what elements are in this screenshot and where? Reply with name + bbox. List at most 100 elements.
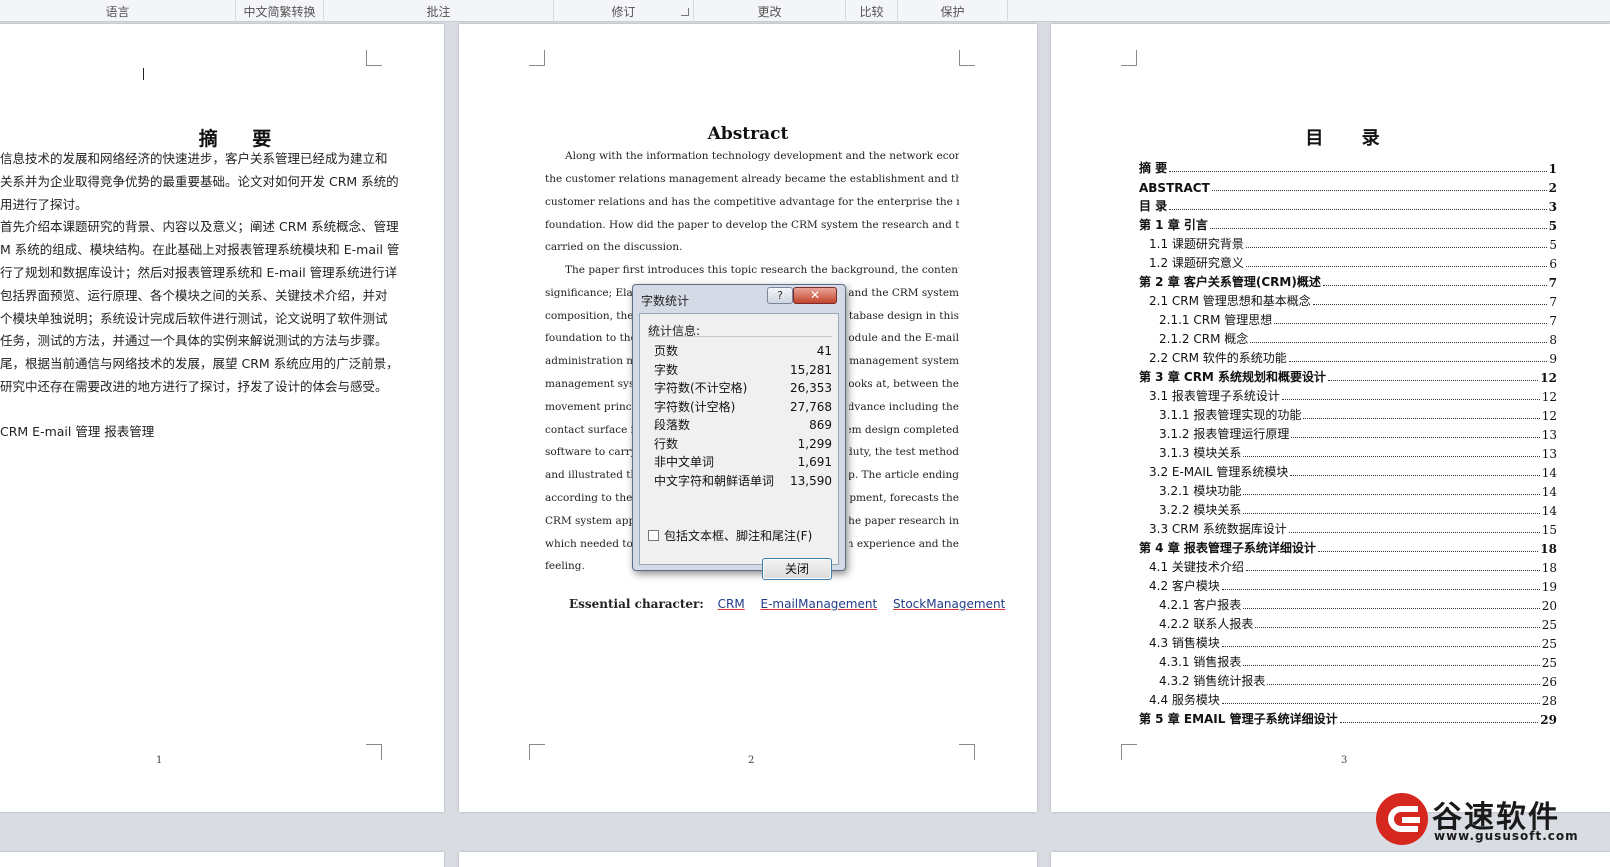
toc-entry[interactable]: 3.1 报表管理子系统设计 12 bbox=[1139, 386, 1557, 404]
keyword-link[interactable]: E-mailManagement bbox=[761, 597, 878, 611]
stat-value: 41 bbox=[816, 344, 832, 358]
toc-entry[interactable]: 4.1 关键技术介绍 18 bbox=[1139, 557, 1557, 575]
toc-leader-dots bbox=[1221, 646, 1540, 647]
toc-entry[interactable]: 第 4 章 报表管理子系统详细设计 18 bbox=[1139, 538, 1557, 556]
toc-entry-label: 3.1.3 模块关系 bbox=[1159, 446, 1242, 460]
abstract-line: The paper first introduces this topic re… bbox=[565, 264, 959, 276]
toc-entry-page: 14 bbox=[1541, 466, 1557, 480]
toc-entry[interactable]: 3.2.2 模块关系 14 bbox=[1139, 500, 1557, 518]
toc-entry-label: 第 3 章 CRM 系统规划和概要设计 bbox=[1139, 370, 1327, 384]
toc-entry[interactable]: 3.3 CRM 系统数据库设计 15 bbox=[1139, 519, 1557, 537]
toc-entry-label: 2.2 CRM 软件的系统功能 bbox=[1149, 351, 1287, 365]
stat-label: 字数 bbox=[654, 362, 679, 377]
toc-entry-page: 25 bbox=[1541, 656, 1557, 670]
toc-entry[interactable]: 4.4 服务模块 28 bbox=[1139, 690, 1557, 708]
page-title: 目 录 bbox=[1305, 128, 1396, 149]
toc-entry[interactable]: 4.3 销售模块 25 bbox=[1139, 633, 1557, 651]
dialog-launcher-icon[interactable] bbox=[681, 8, 689, 16]
logo-glyph-bar bbox=[1402, 817, 1420, 823]
toc-entry-page: 13 bbox=[1541, 428, 1557, 442]
toc-entry-label: 3.2.1 模块功能 bbox=[1159, 484, 1242, 498]
toc-entry-label: 第 2 章 客户关系管理(CRM)概述 bbox=[1139, 275, 1321, 289]
toc-entry[interactable]: 2.1.2 CRM 概念 8 bbox=[1139, 329, 1557, 347]
toc-entry[interactable]: 4.2 客户模块 19 bbox=[1139, 576, 1557, 594]
stat-value: 15,281 bbox=[790, 362, 832, 377]
abstract-line-fragment: in advance including the bbox=[849, 401, 959, 413]
stat-value: 26,353 bbox=[790, 381, 832, 395]
toc-entry[interactable]: 4.3.1 销售报表 25 bbox=[1139, 652, 1557, 670]
page-number: 2 bbox=[748, 755, 755, 766]
help-button[interactable]: ? bbox=[767, 287, 793, 304]
abstract-line: 任务，测试的方法，并通过一个具体的实例来解说测试的方法与步骤。 bbox=[0, 333, 388, 348]
toc-entry[interactable]: 第 5 章 EMAIL 管理子系统详细设计 29 bbox=[1139, 709, 1557, 727]
toc-leader-dots bbox=[1290, 475, 1540, 476]
word-count-dialog[interactable]: 字数统计 ? ✕ 统计信息: 页数 41 字数 15,281 字符数(不计空格) 26,3… bbox=[632, 284, 846, 580]
toc-entry-page: 12 bbox=[1540, 371, 1557, 385]
toc-entry[interactable]: 目 录 3 bbox=[1139, 196, 1557, 214]
stat-label: 页数 bbox=[654, 344, 679, 358]
toc-entry-page: 14 bbox=[1541, 504, 1557, 518]
toc-entry-label: 3.2 E-MAIL 管理系统模块 bbox=[1149, 465, 1289, 479]
checkbox-label[interactable]: 包括文本框、脚注和尾注(F) bbox=[664, 527, 812, 544]
document-page-4[interactable] bbox=[0, 852, 444, 867]
abstract-line-fragment: stem, looks at, between the bbox=[849, 378, 959, 390]
ribbon-group-language[interactable]: 语言 bbox=[0, 0, 236, 22]
close-button[interactable]: 关闭 bbox=[762, 558, 832, 580]
ribbon-group-compare[interactable]: 比较 bbox=[846, 0, 898, 22]
stat-value: 27,768 bbox=[790, 399, 832, 414]
toc-entry-label: 2.1.1 CRM 管理思想 bbox=[1159, 313, 1273, 327]
watermark-url: www.gususoft.com bbox=[1434, 829, 1579, 843]
document-page-3[interactable]: 目 录 摘 要 1 ABSTRACT 2 目 录3第 1 章 引言 5 1.1 课题研究背景… bbox=[1051, 24, 1610, 812]
toc-entry[interactable]: 4.2.1 客户报表 20 bbox=[1139, 595, 1557, 613]
stat-row: 字符数(不计空格) 26,353 bbox=[654, 379, 832, 397]
toc-leader-dots bbox=[1303, 418, 1540, 419]
stat-row: 非中文单词 1,691 bbox=[654, 453, 832, 471]
toc-entry[interactable]: 摘 要 1 bbox=[1139, 158, 1557, 176]
toc-entry[interactable]: 3.1.3 模块关系 13 bbox=[1139, 443, 1557, 461]
toc-entry[interactable]: 第 3 章 CRM 系统规划和概要设计 12 bbox=[1139, 367, 1557, 385]
ribbon-group-chinese-conversion[interactable]: 中文简繁转换 bbox=[236, 0, 324, 22]
abstract-line-fragment: e database design in this bbox=[849, 310, 959, 322]
toc-leader-dots bbox=[1245, 266, 1548, 267]
toc-entry[interactable]: 第 2 章 客户关系管理(CRM)概述 7 bbox=[1139, 272, 1557, 290]
ribbon-group-comments[interactable]: 批注 bbox=[324, 0, 554, 22]
toc-entry[interactable]: 2.2 CRM 软件的系统功能 9 bbox=[1139, 348, 1557, 366]
toc-entry[interactable]: 第 1 章 引言 5 bbox=[1139, 215, 1557, 233]
toc-entry-label: ABSTRACT bbox=[1139, 181, 1210, 195]
document-page-6[interactable] bbox=[1051, 852, 1610, 867]
keyword-link[interactable]: StockManagement bbox=[893, 597, 1005, 611]
dialog-close-icon[interactable]: ✕ bbox=[793, 287, 837, 304]
toc-entry-page: 5 bbox=[1549, 238, 1557, 252]
toc-entry[interactable]: 1.1 课题研究背景 5 bbox=[1139, 234, 1557, 252]
keywords-line: CRM E-mail 管理 报表管理 bbox=[0, 424, 155, 439]
abstract-line: 用进行了探讨。 bbox=[0, 197, 88, 212]
toc-entry-page: 14 bbox=[1541, 485, 1557, 499]
toc-entry[interactable]: 3.2.1 模块功能 14 bbox=[1139, 481, 1557, 499]
ribbon-group-protect[interactable]: 保护 bbox=[898, 0, 1008, 22]
toc-entry[interactable]: 1.2 课题研究意义 6 bbox=[1139, 253, 1557, 271]
toc-entry[interactable]: 4.3.2 销售统计报表 26 bbox=[1139, 671, 1557, 689]
abstract-line-fragment: e step. The article ending, bbox=[849, 469, 959, 481]
document-page-5[interactable] bbox=[459, 852, 1037, 867]
toc-entry[interactable]: 2.1.1 CRM 管理思想 7 bbox=[1139, 310, 1557, 328]
toc-leader-dots bbox=[1243, 513, 1540, 514]
toc-leader-dots bbox=[1255, 627, 1540, 628]
toc-entry[interactable]: 3.2 E-MAIL 管理系统模块 14 bbox=[1139, 462, 1557, 480]
include-textboxes-checkbox[interactable] bbox=[648, 530, 659, 541]
toc-leader-dots bbox=[1267, 684, 1540, 685]
toc-entry[interactable]: 3.1.1 报表管理实现的功能 12 bbox=[1139, 405, 1557, 423]
document-page-1[interactable]: 摘 要 信息技术的发展和网络经济的快速进步，客户关系管理已经成为建立和 关系并为… bbox=[0, 24, 444, 812]
ribbon-group-tracking[interactable]: 修订 bbox=[554, 0, 694, 22]
toc-entry[interactable]: 3.1.2 报表管理运行原理 13 bbox=[1139, 424, 1557, 442]
toc-entry[interactable]: 2.1 CRM 管理思想和基本概念 7 bbox=[1139, 291, 1557, 309]
toc-entry-label: 摘 要 bbox=[1139, 161, 1168, 175]
toc-entry[interactable]: ABSTRACT 2 bbox=[1139, 177, 1557, 195]
toc-leader-dots bbox=[1312, 304, 1548, 305]
toc-entry-label: 4.2.1 客户报表 bbox=[1159, 598, 1242, 612]
toc-entry-label: 1.2 课题研究意义 bbox=[1149, 256, 1244, 270]
keyword-link[interactable]: CRM bbox=[718, 597, 745, 611]
toc-leader-dots bbox=[1288, 532, 1540, 533]
ribbon-group-changes[interactable]: 更改 bbox=[694, 0, 846, 22]
toc-leader-dots bbox=[1291, 437, 1540, 438]
toc-entry[interactable]: 4.2.2 联系人报表 25 bbox=[1139, 614, 1557, 632]
